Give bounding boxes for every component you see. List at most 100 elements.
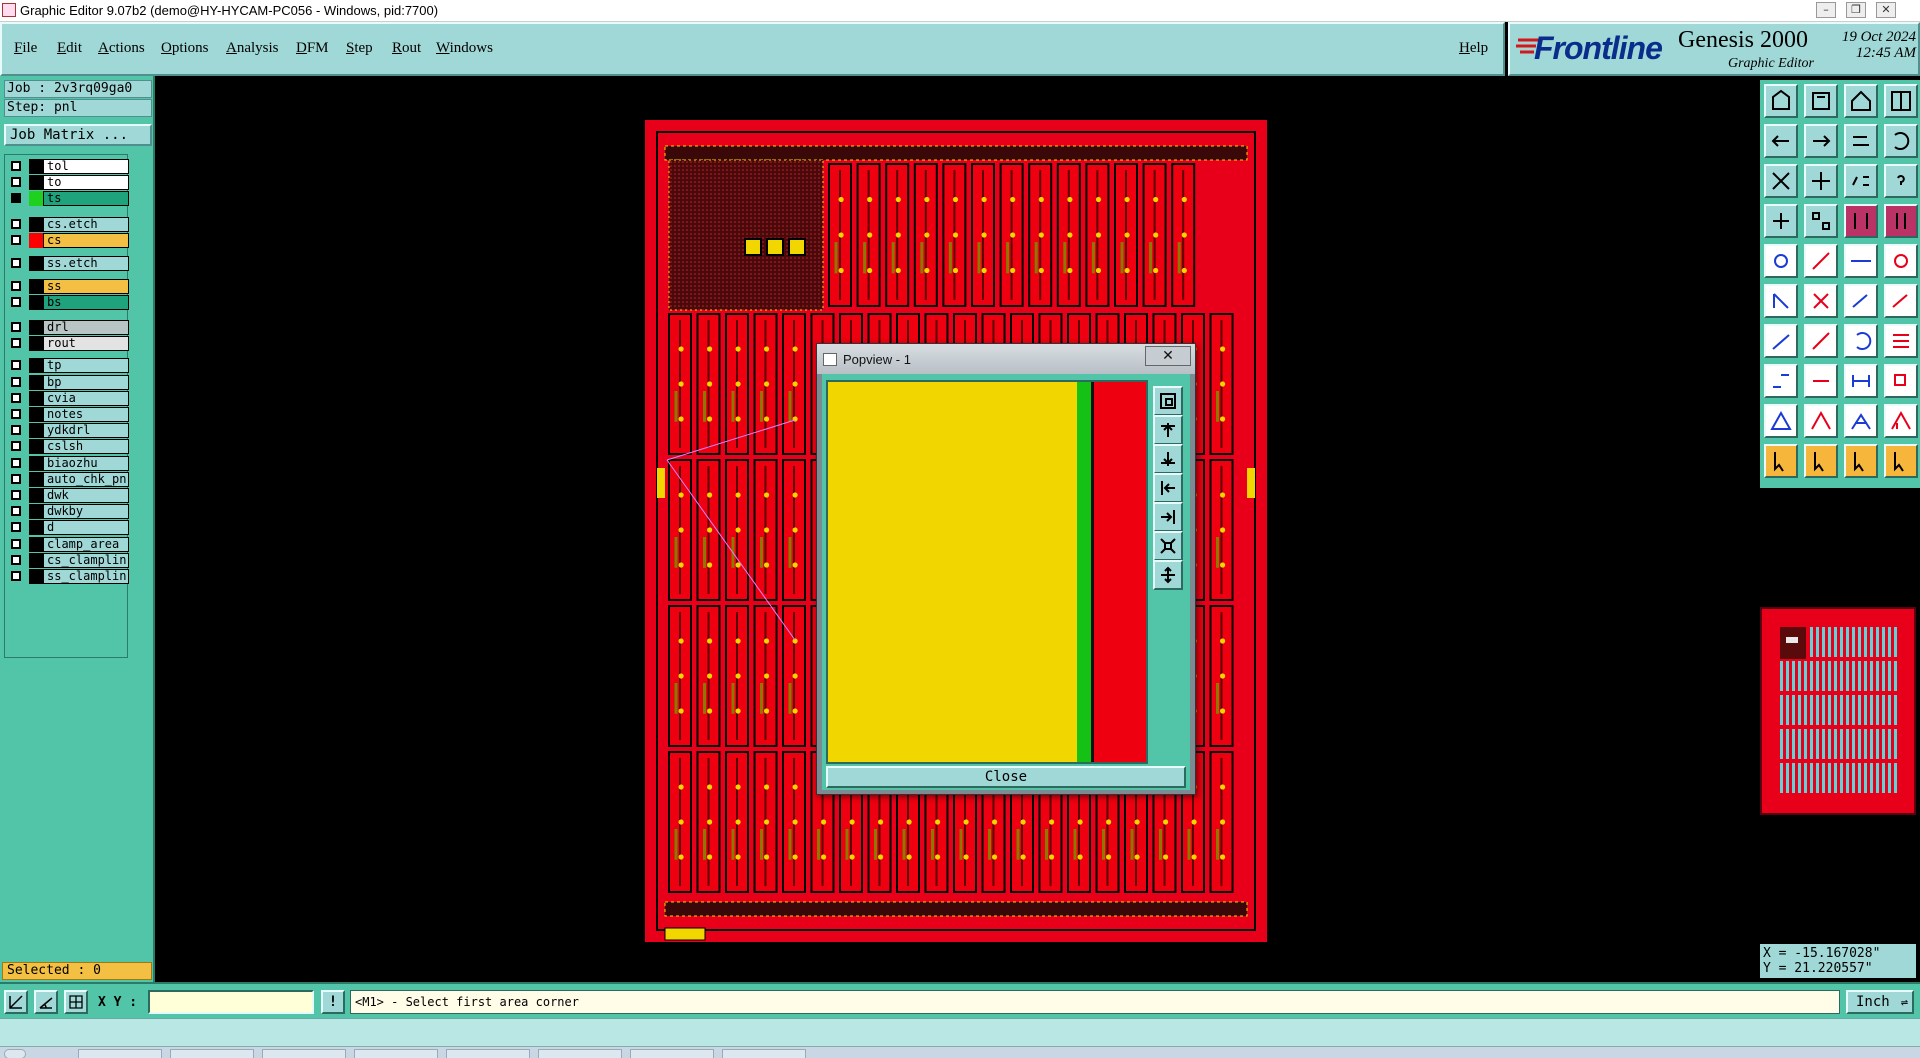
taskbar-item[interactable] [262, 1049, 346, 1058]
layer-name[interactable]: dwk [43, 488, 129, 503]
layer-row-ydkdrl[interactable]: ydkdrl [7, 423, 129, 438]
layer-checkbox[interactable] [11, 425, 21, 435]
exclamation-button[interactable]: ! [321, 990, 345, 1014]
layer-name[interactable]: cslsh [43, 439, 129, 454]
align-button[interactable] [1884, 324, 1918, 358]
layer-name[interactable]: cs.etch [43, 217, 129, 232]
popview-title-bar[interactable]: Popview - 1 ✕ [817, 344, 1195, 374]
menu-dfm[interactable]: DFM [296, 40, 329, 57]
taskbar-item[interactable] [170, 1049, 254, 1058]
xy-input[interactable] [148, 990, 314, 1014]
layer-name[interactable]: cs_clamplin [43, 553, 129, 568]
select-alt-button[interactable] [1844, 444, 1878, 478]
layer-row-dwkby[interactable]: dwkby [7, 504, 129, 519]
peak-button[interactable] [1804, 404, 1838, 438]
circle-tool-button[interactable] [1884, 244, 1918, 278]
layer-row-clamp-area[interactable]: clamp_area [7, 537, 129, 552]
grid-mode-button[interactable] [64, 990, 88, 1014]
layer-checkbox[interactable] [11, 161, 21, 171]
taskbar-item[interactable] [722, 1049, 806, 1058]
layer-checkbox[interactable] [11, 281, 21, 291]
layer-checkbox[interactable] [11, 297, 21, 307]
angle-mode-button[interactable] [34, 990, 58, 1014]
layer-checkbox[interactable] [11, 177, 21, 187]
popview-close-button[interactable]: Close [826, 766, 1186, 788]
layer-row-ss[interactable]: ss [7, 279, 129, 294]
cross-button[interactable] [1804, 284, 1838, 318]
fit-window-button[interactable] [1764, 164, 1798, 198]
layer-checkbox[interactable] [11, 377, 21, 387]
layer-name[interactable]: cs [43, 233, 129, 248]
layer-name[interactable]: tol [43, 159, 129, 174]
save-layer-button[interactable] [1804, 84, 1838, 118]
layer-name[interactable]: ydkdrl [43, 423, 129, 438]
ratio-button[interactable] [1844, 164, 1878, 198]
layer-checkbox[interactable] [11, 409, 21, 419]
layer-name[interactable]: ts [43, 191, 129, 206]
zoom-center-button[interactable] [1804, 164, 1838, 198]
pan-right-button[interactable] [1153, 502, 1183, 532]
menu-actions[interactable]: Actions [98, 40, 145, 57]
layer-checkbox[interactable] [11, 338, 21, 348]
triangle-button[interactable] [1764, 404, 1798, 438]
layer-row-bp[interactable]: bp [7, 375, 129, 390]
menu-windows[interactable]: Windows [436, 40, 493, 57]
swap-button[interactable] [1844, 124, 1878, 158]
layer-name[interactable]: bs [43, 295, 129, 310]
menu-options[interactable]: Options [161, 40, 209, 57]
zoom-out-button[interactable] [1153, 560, 1183, 590]
move-right-button[interactable] [1804, 124, 1838, 158]
layer-checkbox[interactable] [11, 571, 21, 581]
taskbar-item[interactable] [78, 1049, 162, 1058]
menu-edit[interactable]: Edit [57, 40, 82, 57]
layer-checkbox[interactable] [11, 393, 21, 403]
snap-mode-button[interactable] [4, 990, 28, 1014]
layer-row-ts[interactable]: ts [7, 191, 129, 206]
slope-button[interactable] [1764, 324, 1798, 358]
dimension-button[interactable] [1844, 364, 1878, 398]
job-matrix-button[interactable]: Job Matrix ... [4, 124, 152, 146]
layer-checkbox[interactable] [11, 219, 21, 229]
layer-row-dwk[interactable]: dwk [7, 488, 129, 503]
move-points-button[interactable] [1764, 364, 1798, 398]
taskbar-item[interactable] [630, 1049, 714, 1058]
unit-selector[interactable]: Inch ⇌ [1846, 990, 1914, 1014]
layer-checkbox[interactable] [11, 490, 21, 500]
zoom-in-button[interactable] [1153, 444, 1183, 474]
layer-row-drl[interactable]: drl [7, 320, 129, 335]
grid-view-button[interactable] [1804, 204, 1838, 238]
layer-checkbox[interactable] [11, 193, 21, 203]
layer-checkbox[interactable] [11, 258, 21, 268]
shape-button[interactable] [1884, 404, 1918, 438]
home-button[interactable] [1844, 84, 1878, 118]
layer-row-d[interactable]: d [7, 520, 129, 535]
layer-name[interactable]: cvia [43, 391, 129, 406]
layer-checkbox[interactable] [11, 506, 21, 516]
layer-row-rout[interactable]: rout [7, 336, 129, 351]
menu-help[interactable]: Help [1459, 40, 1488, 57]
layer-name[interactable]: biaozhu [43, 456, 129, 471]
close-window-button[interactable]: ✕ [1876, 2, 1896, 18]
copy-button[interactable] [1884, 364, 1918, 398]
layer-row-cs-etch[interactable]: cs.etch [7, 217, 129, 232]
menu-analysis[interactable]: Analysis [226, 40, 279, 57]
layer-checkbox[interactable] [11, 458, 21, 468]
menu-file[interactable]: File [14, 40, 37, 57]
layer-row-notes[interactable]: notes [7, 407, 129, 422]
ruler-button[interactable] [1844, 244, 1878, 278]
menu-rout[interactable]: Rout [392, 40, 421, 57]
layer-name[interactable]: to [43, 175, 129, 190]
taskbar-item[interactable] [354, 1049, 438, 1058]
rotate-button[interactable] [1844, 324, 1878, 358]
move-left-button[interactable] [1764, 124, 1798, 158]
popview-canvas[interactable] [826, 380, 1148, 764]
popview-close-x-button[interactable]: ✕ [1145, 346, 1191, 366]
layer-row-tp[interactable]: tp [7, 358, 129, 373]
layer-row-to[interactable]: to [7, 175, 129, 190]
help-query-button[interactable] [1884, 164, 1918, 198]
layer-row-bs[interactable]: bs [7, 295, 129, 310]
minimize-button[interactable]: – [1816, 2, 1836, 18]
layer-name[interactable]: ss_clamplin [43, 569, 129, 584]
layer-name[interactable]: notes [43, 407, 129, 422]
pan-left-button[interactable] [1153, 473, 1183, 503]
